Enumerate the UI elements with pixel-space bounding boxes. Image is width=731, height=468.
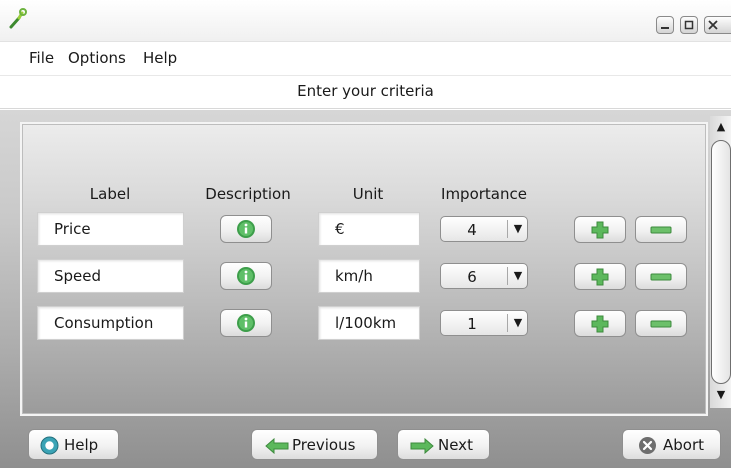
title-bar: [0, 0, 731, 42]
chevron-down-icon: ▼: [513, 222, 523, 235]
chevron-down-icon: ▼: [513, 269, 523, 282]
abort-button[interactable]: Abort: [622, 429, 721, 460]
minimize-button[interactable]: [656, 16, 674, 34]
scroll-down-icon[interactable]: ▼: [714, 388, 728, 402]
info-icon: [237, 220, 255, 238]
abort-button-label: Abort: [663, 436, 705, 454]
combo-divider: [507, 220, 508, 238]
arrow-left-icon: [265, 438, 289, 454]
menu-options[interactable]: Options: [68, 49, 126, 67]
maximize-button[interactable]: [680, 16, 698, 34]
close-icon: [708, 20, 718, 30]
remove-row-button[interactable]: [635, 216, 687, 243]
arrow-right-icon: [410, 438, 434, 454]
column-header-description: Description: [205, 185, 291, 203]
plus-icon: [591, 315, 609, 332]
unit-field[interactable]: l/100km: [318, 306, 420, 340]
label-field[interactable]: Price: [37, 212, 184, 246]
scrollbar-thumb[interactable]: [711, 140, 731, 384]
plus-icon: [591, 268, 609, 285]
info-icon: [237, 267, 255, 285]
next-button-label: Next: [438, 436, 473, 454]
wrench-icon: [8, 8, 28, 30]
page-title: Enter your criteria: [297, 82, 434, 100]
previous-button-label: Previous: [292, 436, 356, 454]
label-field[interactable]: Consumption: [37, 306, 184, 340]
importance-select[interactable]: 1 ▼: [440, 310, 528, 336]
chevron-down-icon: ▼: [513, 316, 523, 329]
importance-select[interactable]: 6 ▼: [440, 263, 528, 289]
scroll-up-icon[interactable]: ▲: [714, 120, 728, 134]
menu-help[interactable]: Help: [143, 49, 177, 67]
combo-divider: [507, 314, 508, 332]
description-button[interactable]: [220, 215, 272, 243]
menu-file[interactable]: File: [29, 49, 54, 67]
close-button[interactable]: [704, 16, 731, 34]
next-button[interactable]: Next: [397, 429, 490, 460]
info-icon: [237, 314, 255, 332]
importance-value: 1: [467, 315, 477, 333]
combo-divider: [507, 267, 508, 285]
importance-value: 6: [467, 268, 477, 286]
importance-value: 4: [467, 221, 477, 239]
minus-icon: [650, 226, 672, 233]
help-button-label: Help: [64, 436, 99, 454]
plus-icon: [591, 221, 609, 238]
label-field[interactable]: Speed: [37, 259, 184, 293]
column-header-importance: Importance: [441, 185, 527, 203]
importance-select[interactable]: 4 ▼: [440, 216, 528, 242]
maximize-icon: [684, 20, 694, 30]
description-button[interactable]: [220, 309, 272, 337]
previous-button[interactable]: Previous: [251, 429, 378, 460]
help-button[interactable]: Help: [28, 429, 119, 460]
unit-field[interactable]: km/h: [318, 259, 420, 293]
description-button[interactable]: [220, 262, 272, 290]
minus-icon: [650, 273, 672, 280]
close-circle-icon: [639, 437, 656, 454]
add-row-button[interactable]: [574, 216, 626, 243]
column-header-label: Label: [89, 185, 131, 203]
add-row-button[interactable]: [574, 310, 626, 337]
unit-field[interactable]: €: [318, 212, 420, 246]
minus-icon: [650, 320, 672, 327]
remove-row-button[interactable]: [635, 310, 687, 337]
column-header-unit: Unit: [352, 185, 384, 203]
lifebuoy-icon: [40, 436, 59, 455]
add-row-button[interactable]: [574, 263, 626, 290]
minimize-icon: [661, 27, 669, 29]
remove-row-button[interactable]: [635, 263, 687, 290]
